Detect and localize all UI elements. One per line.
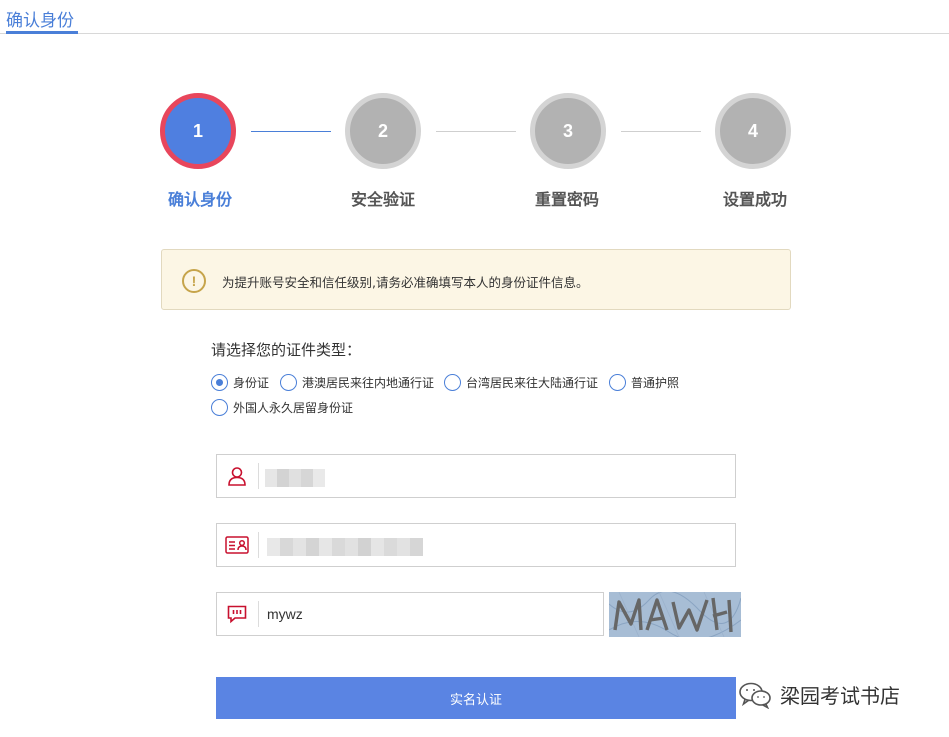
id-card-icon bbox=[217, 524, 257, 566]
field-separator bbox=[258, 601, 259, 627]
tab-confirm-identity[interactable]: 确认身份 bbox=[6, 6, 74, 31]
notice-text: 为提升账号安全和信任级别,请务必准确填写本人的身份证件信息。 bbox=[222, 275, 589, 290]
step-3-circle: 3 bbox=[530, 93, 606, 169]
verify-identity-button[interactable]: 实名认证 bbox=[216, 677, 736, 719]
tab-bar: 确认身份 bbox=[0, 0, 949, 34]
wechat-watermark: 梁园考试书店 bbox=[738, 680, 900, 709]
captcha-input[interactable] bbox=[267, 593, 587, 635]
step-connector-1 bbox=[251, 131, 331, 132]
masked-id-number-value bbox=[267, 538, 423, 556]
user-icon bbox=[217, 455, 257, 497]
wechat-icon bbox=[739, 682, 771, 709]
captcha-image[interactable] bbox=[609, 592, 741, 637]
radio-button[interactable] bbox=[609, 374, 626, 391]
captcha-field[interactable] bbox=[216, 592, 604, 636]
step-2-circle: 2 bbox=[345, 93, 421, 169]
radio-button[interactable] bbox=[444, 374, 461, 391]
radio-button[interactable] bbox=[280, 374, 297, 391]
radio-label: 外国人永久居留身份证 bbox=[233, 401, 354, 415]
radio-label: 港澳居民来往内地通行证 bbox=[302, 376, 435, 390]
step-connector-2 bbox=[436, 131, 516, 132]
radio-option-hk-macau-permit[interactable]: 港澳居民来往内地通行证 bbox=[280, 374, 434, 391]
security-notice: ! 为提升账号安全和信任级别,请务必准确填写本人的身份证件信息。 bbox=[161, 249, 791, 310]
watermark-text: 梁园考试书店 bbox=[780, 684, 900, 708]
step-2-label: 安全验证 bbox=[350, 190, 415, 209]
name-field[interactable] bbox=[216, 454, 736, 498]
radio-label: 普通护照 bbox=[631, 376, 680, 390]
exclamation-circle-icon: ! bbox=[182, 269, 206, 293]
step-1-circle: 1 bbox=[160, 93, 236, 169]
tab-active-indicator bbox=[6, 31, 78, 34]
radio-option-passport[interactable]: 普通护照 bbox=[609, 374, 679, 391]
step-connector-3 bbox=[621, 131, 701, 132]
id-type-label: 请选择您的证件类型： bbox=[211, 341, 362, 359]
masked-name-value bbox=[265, 469, 325, 487]
step-4-label: 设置成功 bbox=[722, 190, 787, 209]
radio-label: 身份证 bbox=[233, 376, 270, 390]
radio-option-taiwan-permit[interactable]: 台湾居民来往大陆通行证 bbox=[444, 374, 598, 391]
radio-button[interactable] bbox=[211, 374, 228, 391]
message-icon bbox=[217, 593, 257, 635]
step-4-circle: 4 bbox=[715, 93, 791, 169]
field-separator bbox=[258, 532, 259, 558]
radio-option-id-card[interactable]: 身份证 bbox=[211, 374, 269, 391]
radio-label: 台湾居民来往大陆通行证 bbox=[466, 376, 599, 390]
step-3-label: 重置密码 bbox=[534, 190, 599, 209]
radio-option-foreigner-permanent-id[interactable]: 外国人永久居留身份证 bbox=[211, 399, 353, 416]
id-number-field[interactable] bbox=[216, 523, 736, 567]
step-1-label: 确认身份 bbox=[167, 190, 232, 209]
radio-button[interactable] bbox=[211, 399, 228, 416]
field-separator bbox=[258, 463, 259, 489]
